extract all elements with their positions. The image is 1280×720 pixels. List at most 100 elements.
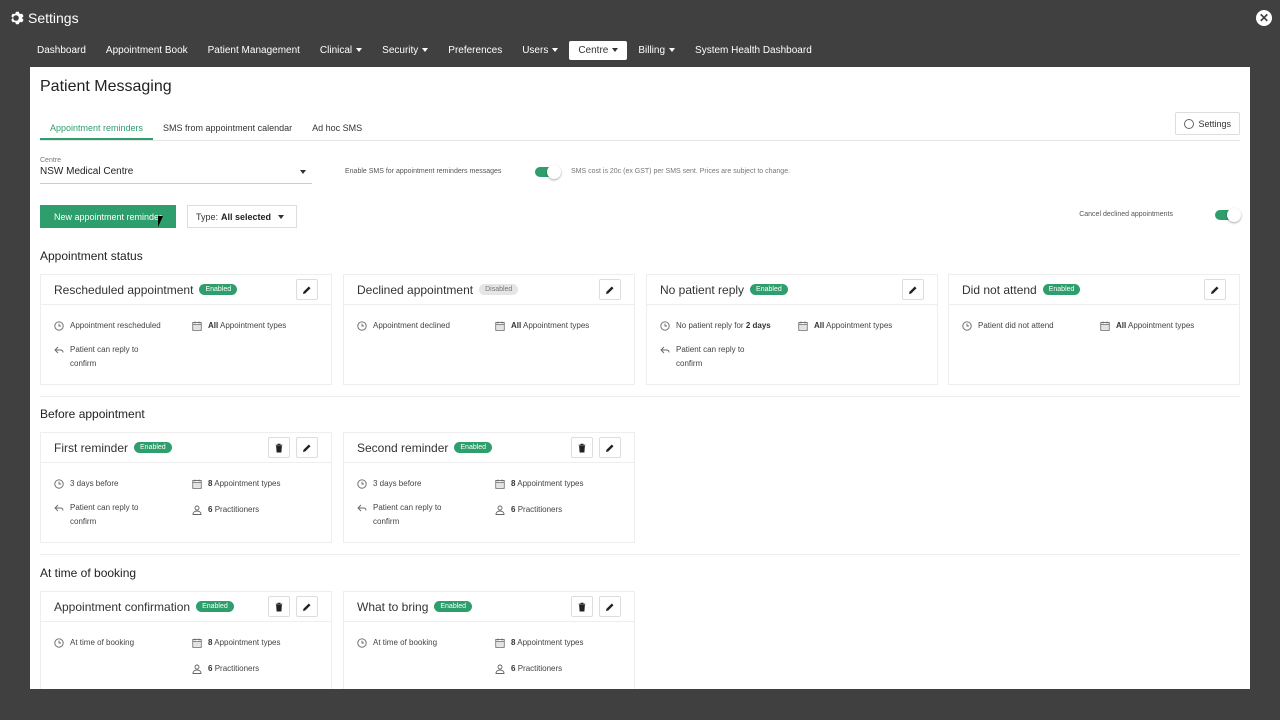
detail-label: Appointment types xyxy=(523,321,590,330)
card-detail-text: No patient reply for 2 days xyxy=(676,319,771,333)
card-detail-text: Appointment rescheduled xyxy=(70,319,161,333)
pencil-icon xyxy=(1210,285,1220,295)
gear-icon xyxy=(1184,118,1195,129)
card-detail-text: All Appointment types xyxy=(814,319,892,333)
card-title: Declined appointment xyxy=(357,282,474,297)
detail-label: Practitioners xyxy=(517,664,563,673)
window-title: Settings xyxy=(28,10,79,26)
tab-bar: Appointment reminders SMS from appointme… xyxy=(40,117,1240,141)
card-title: Second reminder xyxy=(357,440,449,455)
calendar-icon xyxy=(192,479,202,489)
nav-item-clinical[interactable]: Clinical xyxy=(311,41,371,60)
status-badge: Enabled xyxy=(199,284,238,295)
card-header: First reminder Enabled xyxy=(41,433,331,463)
card-detail-text: At time of booking xyxy=(373,636,437,650)
detail-value: All xyxy=(1116,321,1127,330)
card-detail: 3 days before xyxy=(54,477,118,491)
card-detail: All Appointment types xyxy=(192,319,286,333)
section-before-appointment: Before appointment xyxy=(40,407,145,421)
top-navigation: Dashboard Appointment Book Patient Managem… xyxy=(0,36,1280,64)
edit-button[interactable] xyxy=(902,279,924,300)
card-header: Rescheduled appointment Enabled xyxy=(41,275,331,305)
delete-button[interactable] xyxy=(268,437,290,458)
page-title: Patient Messaging xyxy=(40,78,172,95)
section-divider xyxy=(40,396,1240,397)
new-appointment-reminder-button[interactable]: New appointment reminder xyxy=(40,205,176,228)
detail-value: 8 xyxy=(208,638,213,647)
edit-button[interactable] xyxy=(296,437,318,458)
enable-sms-label: Enable SMS for appointment reminders mes… xyxy=(345,168,502,175)
detail-label: No patient reply for xyxy=(676,321,744,330)
card-detail: 8 Appointment types xyxy=(495,477,584,491)
settings-button[interactable]: Settings xyxy=(1175,112,1240,135)
cancel-declined-toggle[interactable] xyxy=(1215,208,1241,222)
card-detail: Patient can reply to confirm xyxy=(54,501,166,529)
nav-item-label: Security xyxy=(382,44,419,56)
card-header: No patient reply Enabled xyxy=(647,275,937,305)
delete-button[interactable] xyxy=(571,596,593,617)
nav-item-dashboard[interactable]: Dashboard xyxy=(28,41,95,60)
delete-button[interactable] xyxy=(268,596,290,617)
nav-item-billing[interactable]: Billing xyxy=(629,41,684,60)
nav-item-appointment-book[interactable]: Appointment Book xyxy=(97,41,197,60)
tab-ad-hoc-sms[interactable]: Ad hoc SMS xyxy=(302,117,372,140)
nav-item-users[interactable]: Users xyxy=(513,41,567,60)
person-icon xyxy=(495,664,505,674)
nav-item-preferences[interactable]: Preferences xyxy=(439,41,511,60)
card-detail-text: 3 days before xyxy=(70,477,118,491)
detail-label: Appointment declined xyxy=(373,321,450,330)
card-header: What to bring Enabled xyxy=(344,592,634,622)
calendar-icon xyxy=(495,321,505,331)
card-title: Did not attend xyxy=(962,282,1037,297)
edit-button[interactable] xyxy=(1204,279,1226,300)
nav-item-patient-management[interactable]: Patient Management xyxy=(199,41,309,60)
delete-button[interactable] xyxy=(571,437,593,458)
calendar-icon xyxy=(798,321,808,331)
nav-item-label: Centre xyxy=(578,44,609,56)
type-filter-dropdown[interactable]: Type: All selected xyxy=(187,205,297,228)
person-icon xyxy=(192,664,202,674)
nav-item-centre[interactable]: Centre xyxy=(569,40,628,60)
card-detail-text: 6 Practitioners xyxy=(511,662,562,676)
detail-value: 6 xyxy=(511,664,516,673)
card-detail-text: Patient can reply to confirm xyxy=(373,501,469,529)
nav-item-security[interactable]: Security xyxy=(373,41,437,60)
chevron-down-icon xyxy=(669,47,676,52)
status-badge: Enabled xyxy=(750,284,788,295)
detail-value: All xyxy=(208,321,219,330)
pencil-icon xyxy=(605,443,615,453)
clock-icon xyxy=(54,638,64,648)
nav-item-system-health-dashboard[interactable]: System Health Dashboard xyxy=(686,41,821,60)
card-header: Did not attend Enabled xyxy=(949,275,1239,305)
card-detail: Patient can reply to confirm xyxy=(54,343,166,371)
edit-button[interactable] xyxy=(296,596,318,617)
nav-item-label: Patient Management xyxy=(207,44,300,56)
card-detail-text: Patient did not attend xyxy=(978,319,1054,333)
edit-button[interactable] xyxy=(599,596,621,617)
mouse-cursor xyxy=(158,216,163,227)
card-detail-text: All Appointment types xyxy=(208,319,286,333)
trash-icon xyxy=(577,443,587,453)
card-detail-text: Patient can reply to confirm xyxy=(70,501,166,529)
settings-button-label: Settings xyxy=(1198,118,1231,129)
detail-label: 3 days before xyxy=(70,479,119,488)
clock-icon xyxy=(357,321,367,331)
card-title: Appointment confirmation xyxy=(54,599,191,614)
detail-label: At time of booking xyxy=(373,638,438,647)
edit-button[interactable] xyxy=(599,279,621,300)
edit-button[interactable] xyxy=(599,437,621,458)
card-detail: All Appointment types xyxy=(495,319,589,333)
clock-icon xyxy=(660,321,670,331)
detail-value: 6 xyxy=(511,505,516,514)
card-detail: 3 days before xyxy=(357,477,421,491)
reply-icon xyxy=(357,503,367,513)
tab-appointment-reminders[interactable]: Appointment reminders xyxy=(40,117,154,140)
close-icon[interactable]: ✕ xyxy=(1256,10,1272,26)
trash-icon xyxy=(577,602,587,612)
enable-sms-toggle[interactable] xyxy=(535,165,561,179)
tab-sms-from-calendar[interactable]: SMS from appointment calendar xyxy=(153,117,302,140)
edit-button[interactable] xyxy=(296,279,318,300)
centre-select[interactable]: Centre NSW Medical Centre xyxy=(40,157,312,184)
reminder-card-dna: Did not attend Enabled Patient did not att… xyxy=(948,274,1240,385)
chevron-down-icon xyxy=(422,47,429,52)
